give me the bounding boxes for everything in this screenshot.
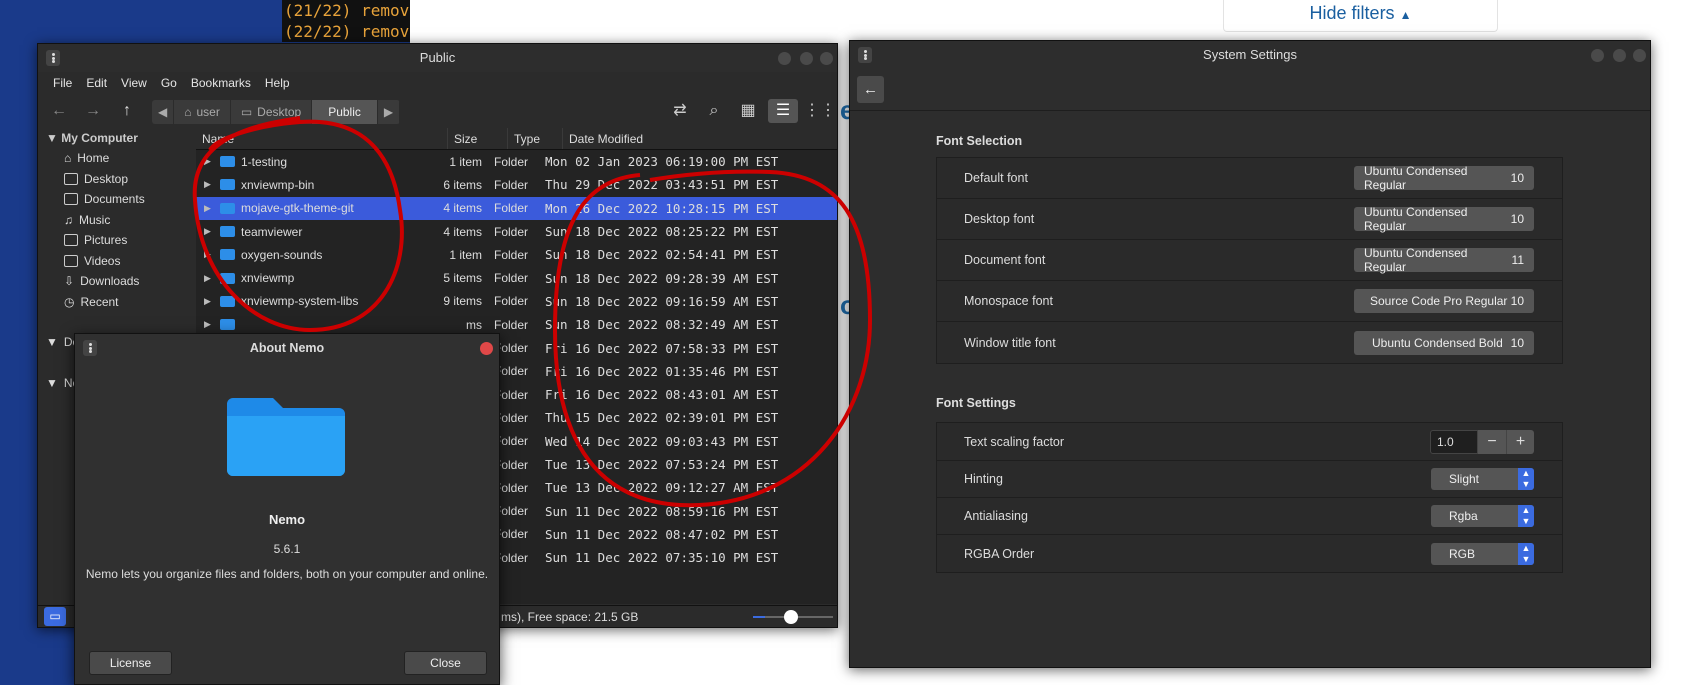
- red-annotation-circles: [192, 116, 873, 508]
- annotation-circle-names: [192, 116, 404, 333]
- annotation-circle-dates: [552, 169, 873, 508]
